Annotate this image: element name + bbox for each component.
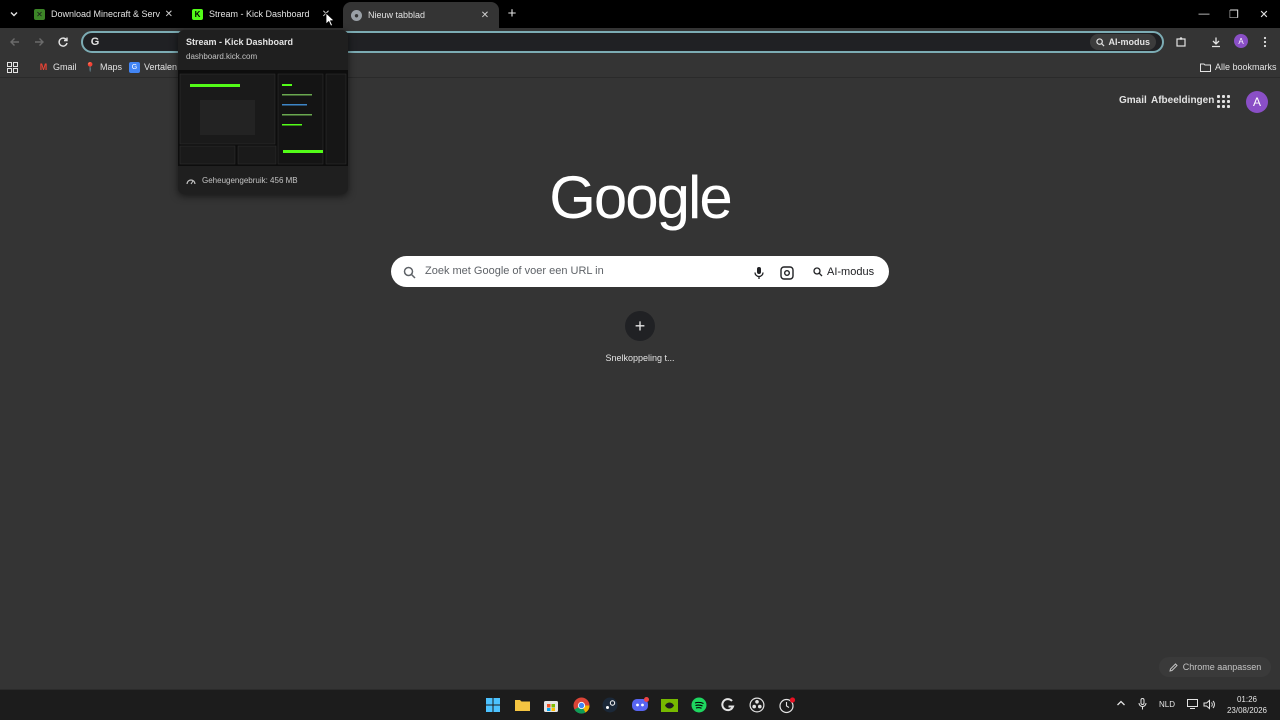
folder-icon — [1200, 62, 1211, 73]
language-indicator[interactable]: NLD — [1159, 700, 1175, 709]
ai-search-icon — [1095, 37, 1105, 47]
clock-time: 01:26 — [1236, 695, 1258, 704]
minecraft-icon: ✕ — [34, 8, 45, 20]
volume-icon[interactable] — [1203, 699, 1216, 712]
minimize-icon[interactable]: — — [1196, 6, 1212, 22]
search-box[interactable]: Zoek met Google of voer een URL in AI-mo… — [391, 256, 889, 287]
all-bookmarks-label: Alle bookmarks — [1215, 62, 1277, 72]
profile-avatar[interactable]: A — [1234, 34, 1248, 48]
tab-minecraft[interactable]: ✕ Download Minecraft & Server S ✕ — [26, 2, 182, 26]
customize-chrome-button[interactable]: Chrome aanpassen — [1159, 657, 1271, 677]
google-logo: Google — [549, 164, 732, 231]
hover-card-title: Stream - Kick Dashboard — [186, 37, 294, 47]
microsoft-store-icon[interactable] — [542, 696, 560, 714]
microphone-icon[interactable] — [753, 264, 765, 282]
kick-icon: K — [192, 8, 203, 20]
translate-icon: G — [129, 61, 140, 73]
nvidia-icon[interactable] — [660, 696, 678, 714]
tab-strip: ✕ Download Minecraft & Server S ✕ K Stre… — [0, 0, 1280, 28]
google-lens-icon[interactable] — [780, 264, 794, 282]
tab-new-tab[interactable]: ● Nieuw tabblad ✕ — [343, 2, 499, 28]
bookmark-translate[interactable]: G Vertalen — [129, 60, 177, 74]
all-bookmarks-folder[interactable]: Alle bookmarks — [1200, 60, 1277, 74]
forward-arrow-icon[interactable] — [31, 34, 47, 50]
new-tab-plus-icon[interactable]: + — [504, 6, 520, 22]
tab-hover-card: Stream - Kick Dashboard dashboard.kick.c… — [178, 30, 348, 194]
recorder-icon[interactable] — [778, 696, 796, 714]
memory-usage: Geheugengebruik: 456 MB — [186, 176, 298, 185]
search-input[interactable]: Zoek met Google of voer een URL in — [425, 265, 604, 277]
memory-usage-label: Geheugengebruik: 456 MB — [202, 176, 298, 185]
mouse-cursor-icon — [325, 12, 335, 27]
tab-search-chevron-icon[interactable] — [4, 4, 24, 24]
close-icon[interactable]: ✕ — [164, 8, 174, 20]
windows-start-icon[interactable] — [484, 696, 502, 714]
google-apps-icon[interactable] — [1217, 95, 1231, 109]
ai-mode-label: AI-modus — [827, 265, 875, 278]
microphone-tray-icon[interactable] — [1138, 698, 1147, 712]
gmail-link[interactable]: Gmail — [1119, 95, 1147, 106]
search-icon — [403, 264, 416, 282]
tray-chevron-up-icon[interactable] — [1116, 699, 1126, 709]
bookmark-label: Vertalen — [144, 62, 178, 72]
bookmark-maps[interactable]: 📍 Maps — [85, 60, 122, 74]
file-explorer-icon[interactable] — [513, 696, 531, 714]
ai-search-icon — [813, 266, 823, 278]
restore-icon[interactable]: ❐ — [1226, 6, 1242, 22]
apps-grid-icon[interactable] — [7, 60, 18, 74]
images-link[interactable]: Afbeeldingen — [1151, 95, 1214, 106]
tab-kick-dashboard[interactable]: K Stream - Kick Dashboard ✕ — [184, 2, 340, 26]
tab-preview-thumbnail — [178, 70, 348, 166]
extensions-puzzle-icon[interactable] — [1173, 34, 1189, 50]
add-shortcut-label: Snelkoppeling t... — [605, 353, 675, 363]
maps-icon: 📍 — [84, 61, 97, 72]
tab-title: Download Minecraft & Server S — [51, 9, 160, 19]
close-icon[interactable]: ✕ — [479, 9, 491, 21]
download-icon[interactable] — [1208, 34, 1224, 50]
discord-icon[interactable] — [631, 696, 649, 714]
back-arrow-icon[interactable] — [7, 34, 23, 50]
clock-date: 23/08/2026 — [1226, 706, 1268, 715]
steam-icon[interactable] — [601, 696, 619, 714]
windows-taskbar: NLD 01:26 23/08/2026 — [0, 689, 1280, 720]
chrome-icon: ● — [351, 9, 362, 21]
tab-title: Stream - Kick Dashboard — [209, 9, 310, 19]
google-g-icon: G — [90, 36, 100, 48]
customize-label: Chrome aanpassen — [1182, 662, 1262, 672]
memory-gauge-icon — [186, 176, 196, 185]
window-close-icon[interactable]: ✕ — [1256, 6, 1272, 22]
g-hub-icon[interactable] — [719, 696, 737, 714]
tab-title: Nieuw tabblad — [368, 10, 426, 20]
hover-card-url: dashboard.kick.com — [186, 52, 258, 61]
kebab-menu-icon[interactable] — [1257, 34, 1273, 50]
obs-icon[interactable] — [748, 696, 766, 714]
bookmark-gmail[interactable]: M Gmail — [38, 60, 77, 74]
pencil-icon — [1169, 662, 1178, 672]
add-shortcut-plus-icon[interactable]: + — [625, 311, 655, 341]
reload-icon[interactable] — [55, 34, 71, 50]
ai-mode-label: AI-modus — [1108, 37, 1151, 47]
account-avatar[interactable]: A — [1246, 91, 1268, 113]
ai-mode-button[interactable]: AI-modus — [807, 260, 880, 283]
spotify-icon[interactable] — [690, 696, 708, 714]
network-icon[interactable] — [1187, 699, 1199, 711]
bookmark-label: Maps — [100, 62, 123, 72]
gmail-icon: M — [39, 62, 48, 72]
ai-mode-chip[interactable]: AI-modus — [1089, 34, 1156, 50]
chrome-icon[interactable] — [572, 696, 590, 714]
system-clock[interactable]: 01:26 23/08/2026 — [1222, 694, 1272, 716]
bookmark-label: Gmail — [53, 62, 77, 72]
